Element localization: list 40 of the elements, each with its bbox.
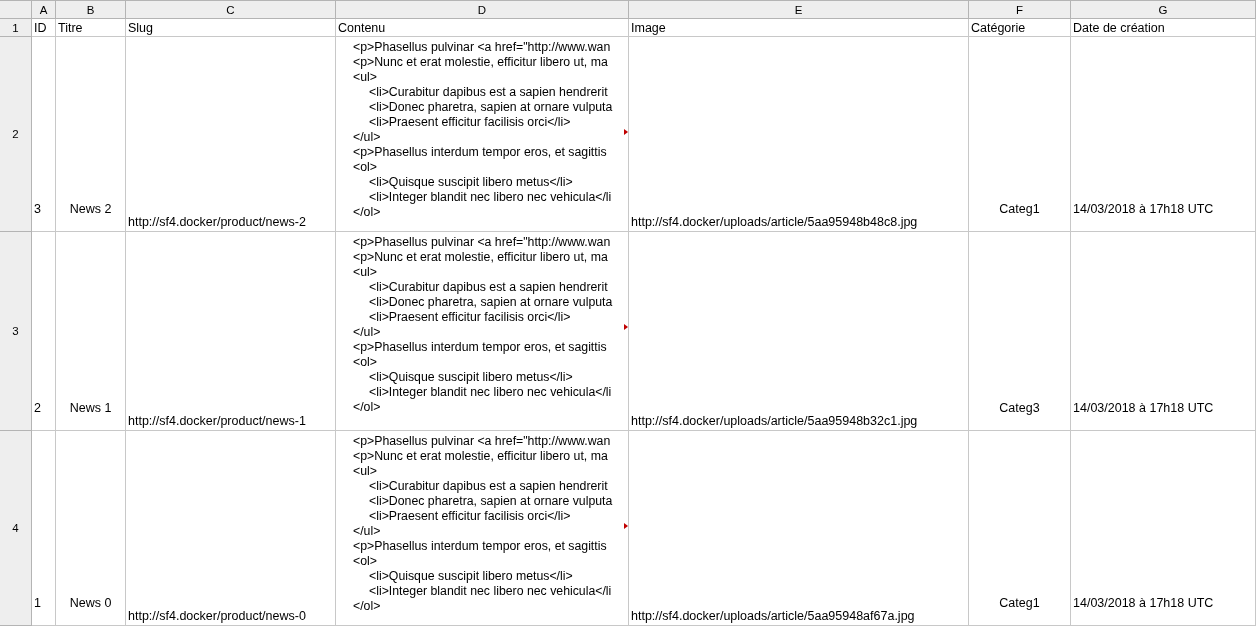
table-cell: Titre: [56, 19, 126, 37]
table-cell: Catégorie: [969, 19, 1071, 37]
table-cell: http://sf4.docker/uploads/article/5aa95948b48c8.jpg: [631, 215, 918, 229]
select-all-corner[interactable]: [0, 0, 32, 19]
table-cell: News 2: [69, 202, 112, 216]
table-cell: News 1: [69, 401, 112, 415]
table-cell: 2: [34, 401, 41, 415]
table-cell: Categ3: [999, 401, 1040, 415]
table-cell: Contenu: [336, 19, 629, 37]
table-cell: http://sf4.docker/product/news-2: [128, 215, 306, 229]
row-header[interactable]: 2: [0, 37, 32, 232]
table-cell: http://sf4.docker/product/news-1: [128, 414, 306, 428]
table-cell: 14/03/2018 à 17h18 UTC: [1073, 202, 1214, 216]
table-cell: News 0: [69, 596, 112, 610]
table-cell: 1: [34, 596, 41, 610]
table-cell: 14/03/2018 à 17h18 UTC: [1073, 401, 1214, 415]
column-header[interactable]: F: [969, 0, 1071, 19]
table-cell: http://sf4.docker/product/news-0: [128, 609, 306, 623]
table-cell: 3: [34, 202, 41, 216]
table-cell: Categ1: [999, 596, 1040, 610]
row-header[interactable]: 1: [0, 19, 32, 37]
column-header[interactable]: A: [32, 0, 56, 19]
column-header[interactable]: E: [629, 0, 969, 19]
table-cell: <p>Phasellus pulvinar <a href="http://www.wan <p>Nunc et erat molestie, efficitur libero ut, ma <ul> <li>Curabitur dapibus est a sapien hendrerit <li>Donec pharetra, sapien at ornare vulputa <li>Praesent efficitur facilisis orci</li> </ul> <p>Phasellus interdum tempor eros, et sagittis <ol> <li>Quisque suscipit libero metus</li> <li>Integer blandit nec libero nec vehicula</li </ol>: [353, 235, 613, 415]
column-header[interactable]: G: [1071, 0, 1256, 19]
table-cell: Date de création: [1071, 19, 1256, 37]
column-header[interactable]: B: [56, 0, 126, 19]
row-header[interactable]: 3: [0, 232, 32, 431]
table-cell: Slug: [126, 19, 336, 37]
table-cell: Categ1: [999, 202, 1040, 216]
table-cell: http://sf4.docker/uploads/article/5aa95948af67a.jpg: [631, 609, 915, 623]
table-cell: http://sf4.docker/uploads/article/5aa95948b32c1.jpg: [631, 414, 918, 428]
table-cell: <p>Phasellus pulvinar <a href="http://www.wan <p>Nunc et erat molestie, efficitur libero ut, ma <ul> <li>Curabitur dapibus est a sapien hendrerit <li>Donec pharetra, sapien at ornare vulputa <li>Praesent efficitur facilisis orci</li> </ul> <p>Phasellus interdum tempor eros, et sagittis <ol> <li>Quisque suscipit libero metus</li> <li>Integer blandit nec libero nec vehicula</li </ol>: [353, 434, 613, 614]
column-header[interactable]: C: [126, 0, 336, 19]
table-cell: ID: [32, 19, 56, 37]
row-header[interactable]: 4: [0, 431, 32, 626]
table-cell: 14/03/2018 à 17h18 UTC: [1073, 596, 1214, 610]
table-cell: Image: [629, 19, 969, 37]
table-cell: <p>Phasellus pulvinar <a href="http://www.wan <p>Nunc et erat molestie, efficitur libero ut, ma <ul> <li>Curabitur dapibus est a sapien hendrerit <li>Donec pharetra, sapien at ornare vulputa <li>Praesent efficitur facilisis orci</li> </ul> <p>Phasellus interdum tempor eros, et sagittis <ol> <li>Quisque suscipit libero metus</li> <li>Integer blandit nec libero nec vehicula</li </ol>: [353, 40, 613, 220]
column-header[interactable]: D: [336, 0, 629, 19]
